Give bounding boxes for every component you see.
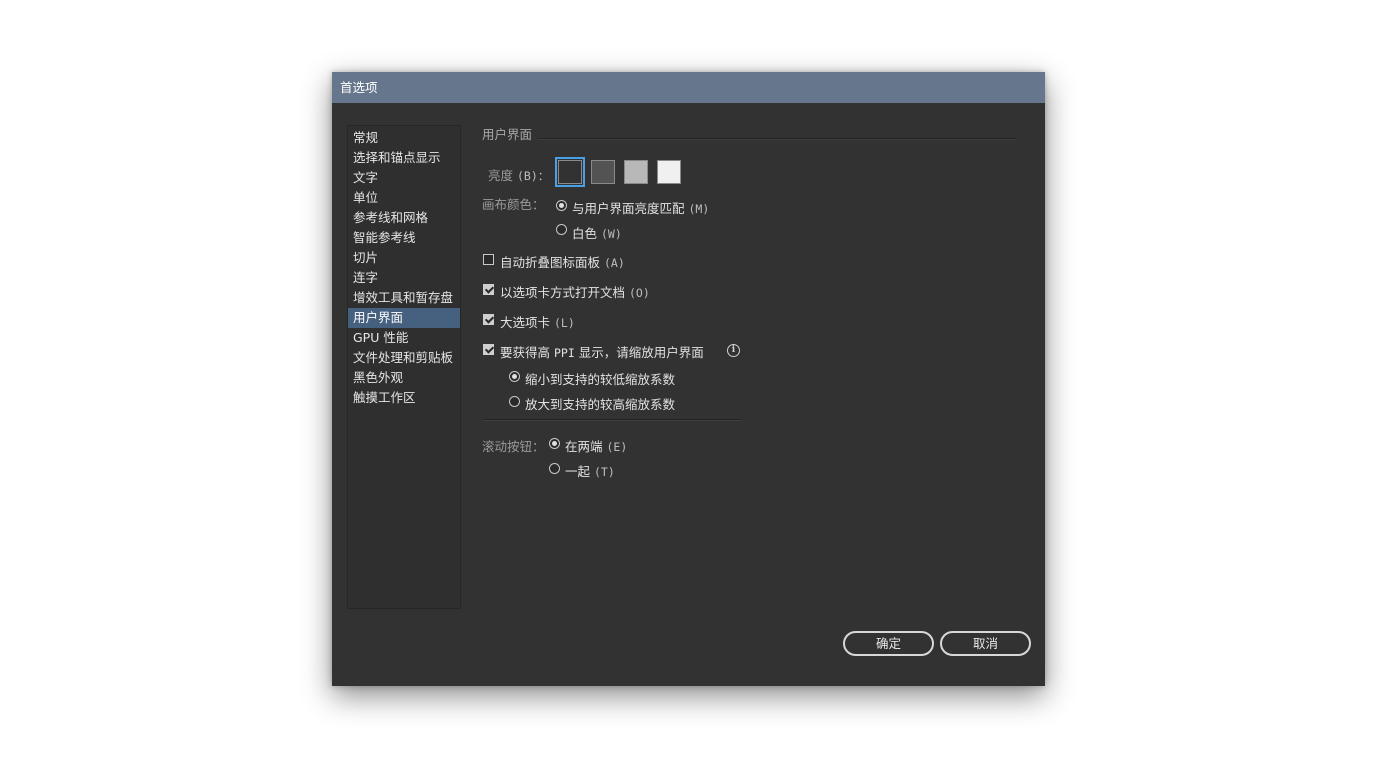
cancel-button[interactable]: 取消 — [940, 631, 1031, 656]
section-divider — [538, 138, 1016, 140]
large-tabs-shortcut: (L) — [554, 316, 575, 330]
sidebar-item-gpu-performance[interactable]: GPU 性能 — [348, 328, 460, 348]
dialog-title: 首选项 — [332, 72, 1045, 103]
canvas-color-white-shortcut: (W) — [601, 227, 622, 241]
scale-up-label[interactable]: 放大到支持的较高缩放系数 — [525, 394, 675, 413]
scroll-at-ends-label: 在两端 — [565, 439, 603, 454]
scroll-at-ends-radio[interactable] — [549, 438, 560, 449]
auto-collapse-label: 自动折叠图标面板 — [500, 255, 601, 270]
preferences-dialog: 首选项 常规 选择和锚点显示 文字 单位 参考线和网格 智能参考线 切片 连字 … — [332, 72, 1045, 686]
sidebar-item-plugins-scratch-disks[interactable]: 增效工具和暂存盘 — [348, 288, 460, 308]
high-ppi-label-ppi: PPI — [554, 346, 575, 360]
brightness-swatch-lightest[interactable] — [657, 160, 681, 184]
high-ppi-option[interactable]: 要获得高 PPI 显示，请缩放用户界面 — [500, 342, 704, 361]
scroll-at-ends-shortcut: (E) — [606, 440, 628, 454]
scroll-together-label: 一起 — [565, 464, 591, 479]
large-tabs-option[interactable]: 大选项卡 (L) — [500, 312, 575, 331]
high-ppi-checkbox[interactable] — [483, 344, 494, 355]
canvas-color-match-option[interactable]: 与用户界面亮度匹配 (M) — [572, 198, 709, 217]
open-as-tabs-option[interactable]: 以选项卡方式打开文档 (O) — [500, 282, 650, 301]
large-tabs-checkbox[interactable] — [483, 314, 494, 325]
brightness-swatch-medium-dark[interactable] — [591, 160, 615, 184]
sidebar-item-user-interface[interactable]: 用户界面 — [348, 308, 460, 328]
canvas-color-match-label: 与用户界面亮度匹配 — [572, 201, 685, 216]
open-as-tabs-checkbox[interactable] — [483, 284, 494, 295]
scroll-buttons-label: 滚动按钮： — [482, 439, 545, 454]
brightness-swatch-darkest[interactable] — [555, 157, 585, 187]
high-ppi-label-prefix: 要获得高 — [500, 345, 551, 360]
sidebar-item-guides-grid[interactable]: 参考线和网格 — [348, 208, 460, 228]
open-as-tabs-shortcut: (O) — [629, 286, 650, 300]
brightness-label: 亮度 — [488, 168, 514, 183]
info-icon[interactable]: i — [727, 344, 740, 357]
high-ppi-label-suffix: 显示，请缩放用户界面 — [578, 345, 704, 360]
scroll-together-option[interactable]: 一起 (T) — [565, 461, 615, 480]
sidebar-item-touch-workspace[interactable]: 触摸工作区 — [348, 388, 460, 408]
scroll-section-divider — [484, 419, 742, 421]
section-title: 用户界面 — [482, 127, 533, 142]
sidebar-item-selection-anchor-display[interactable]: 选择和锚点显示 — [348, 148, 460, 168]
brightness-shortcut: (B)： — [517, 169, 550, 183]
sidebar-item-general[interactable]: 常规 — [348, 128, 460, 148]
sidebar-item-black-appearance[interactable]: 黑色外观 — [348, 368, 460, 388]
canvas-color-label: 画布颜色： — [482, 197, 545, 212]
scale-down-label[interactable]: 缩小到支持的较低缩放系数 — [525, 369, 675, 388]
canvas-color-match-shortcut: (M) — [688, 202, 710, 216]
category-list[interactable]: 常规 选择和锚点显示 文字 单位 参考线和网格 智能参考线 切片 连字 增效工具… — [347, 125, 461, 609]
sidebar-item-slices[interactable]: 切片 — [348, 248, 460, 268]
auto-collapse-checkbox[interactable] — [483, 254, 494, 265]
sidebar-item-hyphenation[interactable]: 连字 — [348, 268, 460, 288]
brightness-label-group: 亮度 (B)： — [488, 165, 549, 184]
brightness-swatch-medium-light[interactable] — [624, 160, 648, 184]
sidebar-item-units[interactable]: 单位 — [348, 188, 460, 208]
auto-collapse-shortcut: (A) — [604, 256, 625, 270]
sidebar-item-smart-guides[interactable]: 智能参考线 — [348, 228, 460, 248]
scroll-together-radio[interactable] — [549, 463, 560, 474]
large-tabs-label: 大选项卡 — [500, 315, 551, 330]
sidebar-item-type[interactable]: 文字 — [348, 168, 460, 188]
canvas-color-match-radio[interactable] — [556, 200, 567, 211]
open-as-tabs-label: 以选项卡方式打开文档 — [500, 285, 626, 300]
sidebar-item-file-handling-clipboard[interactable]: 文件处理和剪贴板 — [348, 348, 460, 368]
auto-collapse-option[interactable]: 自动折叠图标面板 (A) — [500, 252, 625, 271]
scroll-at-ends-option[interactable]: 在两端 (E) — [565, 436, 627, 455]
canvas-color-white-option[interactable]: 白色 (W) — [572, 223, 622, 242]
canvas-color-white-radio[interactable] — [556, 224, 567, 235]
scale-down-radio[interactable] — [509, 371, 520, 382]
scale-up-radio[interactable] — [509, 396, 520, 407]
scroll-together-shortcut: (T) — [594, 465, 615, 479]
canvas-color-white-label: 白色 — [572, 226, 598, 241]
ok-button[interactable]: 确定 — [843, 631, 934, 656]
